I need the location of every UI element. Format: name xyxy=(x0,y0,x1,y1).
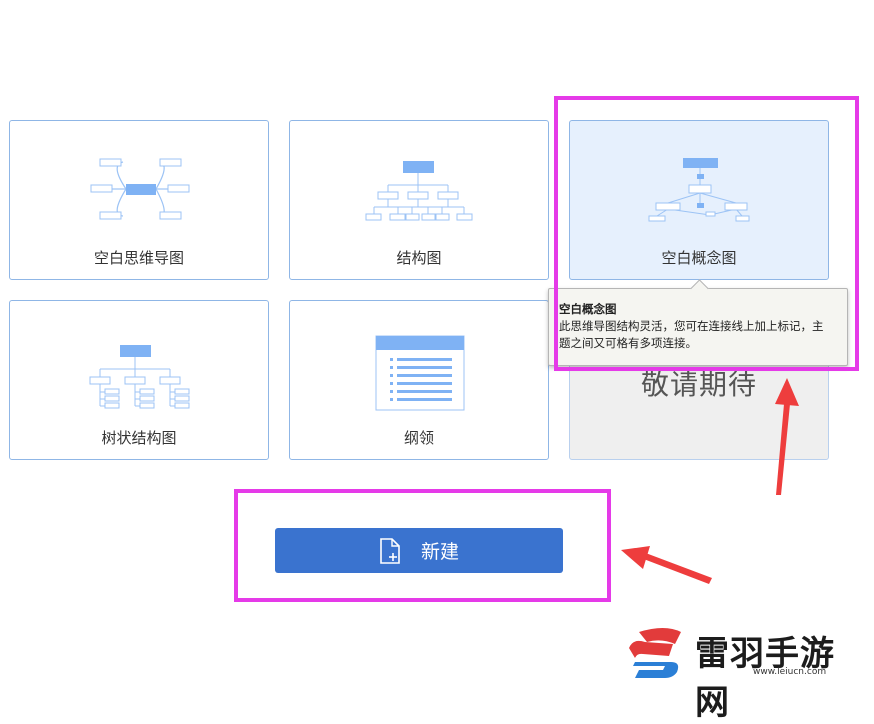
watermark-url: www.leiucn.com xyxy=(753,667,827,677)
arrow-left xyxy=(621,546,712,584)
template-label: 结构图 xyxy=(396,249,442,267)
template-card-blank-concept[interactable]: 空白概念图 xyxy=(569,120,829,280)
tooltip-title: 空白概念图 xyxy=(559,302,617,316)
template-label: 树状结构图 xyxy=(101,429,177,447)
new-button-label: 新建 xyxy=(420,541,459,563)
template-label: 空白思维导图 xyxy=(93,249,184,267)
new-document-icon xyxy=(380,537,400,564)
template-card-blank-mindmap[interactable]: 空白思维导图 xyxy=(9,120,269,280)
template-card-structure[interactable]: 结构图 xyxy=(289,120,549,280)
tooltip-arrow xyxy=(690,279,709,298)
template-card-outline[interactable]: 纲领 xyxy=(289,300,549,460)
watermark-logo: 雷羽手游网 www.leiucn.com xyxy=(625,622,865,723)
tooltip-line-1: 此思维导图结构灵活，您可在连接线上加上标记，主 xyxy=(559,319,824,333)
logo-icon xyxy=(629,628,681,678)
template-card-tree[interactable]: 树状结构图 xyxy=(9,300,269,460)
coming-soon-text: 敬请期待 xyxy=(640,368,757,401)
template-label: 纲领 xyxy=(403,429,434,447)
new-button[interactable]: 新建 xyxy=(275,528,563,573)
template-tooltip: 空白概念图 此思维导图结构灵活，您可在连接线上加上标记，主 题之间又可格有多项连… xyxy=(548,279,848,366)
template-label: 空白概念图 xyxy=(661,249,737,267)
tooltip-line-2: 题之间又可格有多项连接。 xyxy=(559,336,697,350)
